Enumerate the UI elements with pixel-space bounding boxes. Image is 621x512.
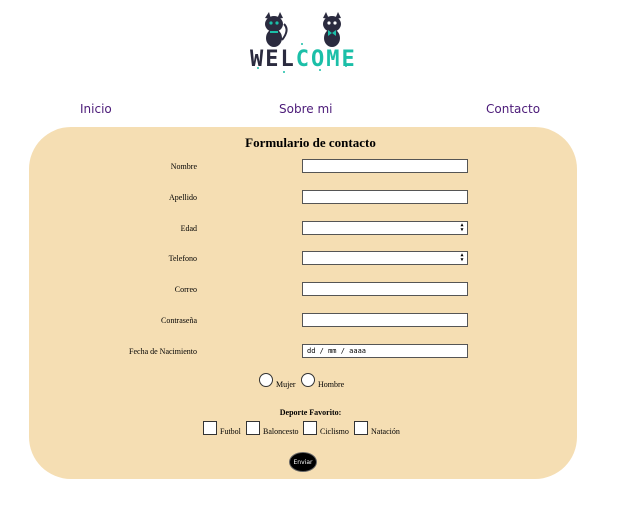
- contrasena-input[interactable]: [302, 313, 468, 327]
- label-hombre: Hombre: [318, 380, 345, 389]
- label-baloncesto: Baloncesto: [263, 427, 299, 436]
- checkbox-baloncesto[interactable]: [246, 421, 260, 435]
- sparkle-dots-icon: [257, 43, 347, 73]
- nav-contacto[interactable]: Contacto: [486, 102, 540, 116]
- form-title: Formulario de contacto: [245, 135, 376, 150]
- edad-input[interactable]: ▲ ▼: [302, 221, 468, 235]
- correo-input[interactable]: [302, 282, 468, 296]
- sport-title: Deporte Favorito:: [279, 408, 342, 417]
- fecha-nacimiento-input[interactable]: dd / mm / aaaa: [302, 344, 468, 358]
- welcome-logo: WELCOME: [246, 10, 360, 76]
- radio-mujer[interactable]: [259, 373, 273, 387]
- label-ciclismo: Ciclismo: [320, 427, 349, 436]
- label-apellido: Apellido: [169, 193, 197, 202]
- edad-spinner-icon[interactable]: ▲ ▼: [458, 223, 466, 233]
- label-contrasena: Contraseña: [161, 316, 197, 325]
- nav-sobre-mi[interactable]: Sobre mi: [279, 102, 332, 116]
- checkbox-futbol[interactable]: [203, 421, 217, 435]
- label-telefono: Telefono: [168, 254, 197, 263]
- label-futbol: Futbol: [220, 427, 241, 436]
- label-natacion: Natación: [371, 427, 400, 436]
- checkbox-ciclismo[interactable]: [303, 421, 317, 435]
- apellido-input[interactable]: [302, 190, 468, 204]
- label-mujer: Mujer: [276, 380, 296, 389]
- label-fecha-nacimiento: Fecha de Nacimiento: [129, 347, 197, 356]
- enviar-button[interactable]: Enviar: [289, 452, 317, 472]
- label-nombre: Nombre: [170, 162, 197, 171]
- radio-hombre[interactable]: [301, 373, 315, 387]
- nombre-input[interactable]: [302, 159, 468, 173]
- telefono-spinner-icon[interactable]: ▲ ▼: [458, 253, 466, 263]
- nav-inicio[interactable]: Inicio: [80, 102, 112, 116]
- label-edad: Edad: [180, 224, 197, 233]
- label-correo: Correo: [174, 285, 197, 294]
- telefono-input[interactable]: ▲ ▼: [302, 251, 468, 265]
- checkbox-natacion[interactable]: [354, 421, 368, 435]
